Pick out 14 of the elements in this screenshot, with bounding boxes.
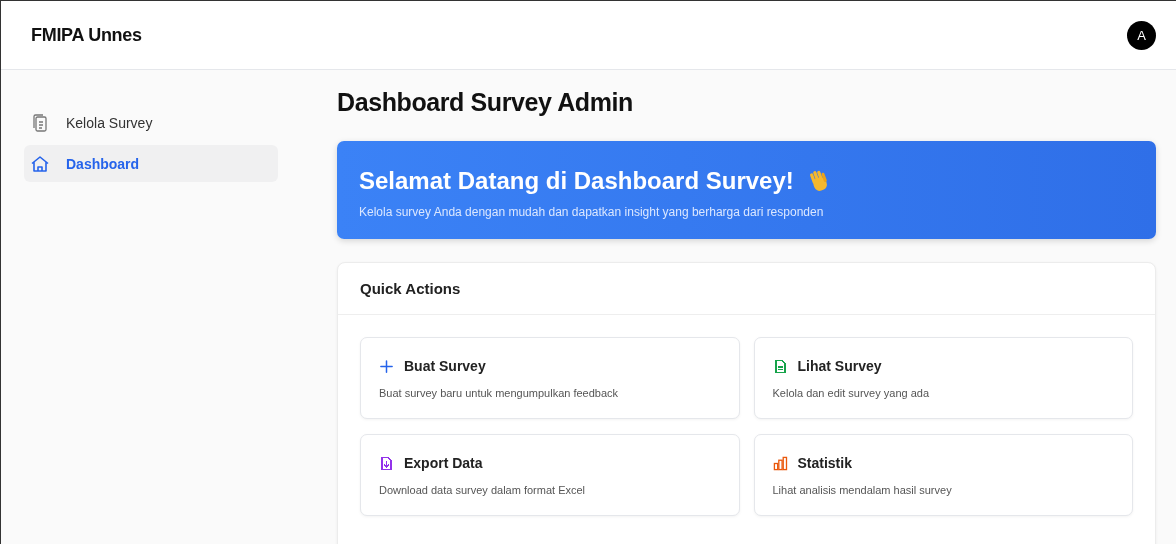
sidebar-item[interactable]: Dashboard bbox=[24, 145, 278, 182]
page-title: Dashboard Survey Admin bbox=[337, 88, 634, 117]
clipboard-icon bbox=[30, 112, 50, 133]
home-icon bbox=[30, 153, 50, 174]
sidebar-item[interactable]: Kelola Survey bbox=[24, 104, 278, 141]
card-title: Quick Actions bbox=[360, 280, 461, 297]
action-card[interactable]: Export Data Download data survey dalam format Excel bbox=[360, 434, 740, 516]
avatar-button[interactable]: A bbox=[1127, 20, 1156, 50]
banner-title: Selamat Datang di Dashboard Survey! bbox=[359, 167, 794, 195]
action-card[interactable]: Lihat Survey Kelola dan edit survey yang ada bbox=[753, 337, 1133, 419]
action-card[interactable]: Buat Survey Buat survey baru untuk mengumpulkan feedback bbox=[360, 337, 740, 419]
action-card[interactable]: Statistik Lihat analisis mendalam hasil survey bbox=[753, 434, 1133, 516]
banner-subtitle: Kelola survey Anda dengan mudah dan dapatkan insight yang berharga dari responden bbox=[359, 205, 825, 219]
brand-name: FMIPA Unnes bbox=[31, 24, 142, 46]
